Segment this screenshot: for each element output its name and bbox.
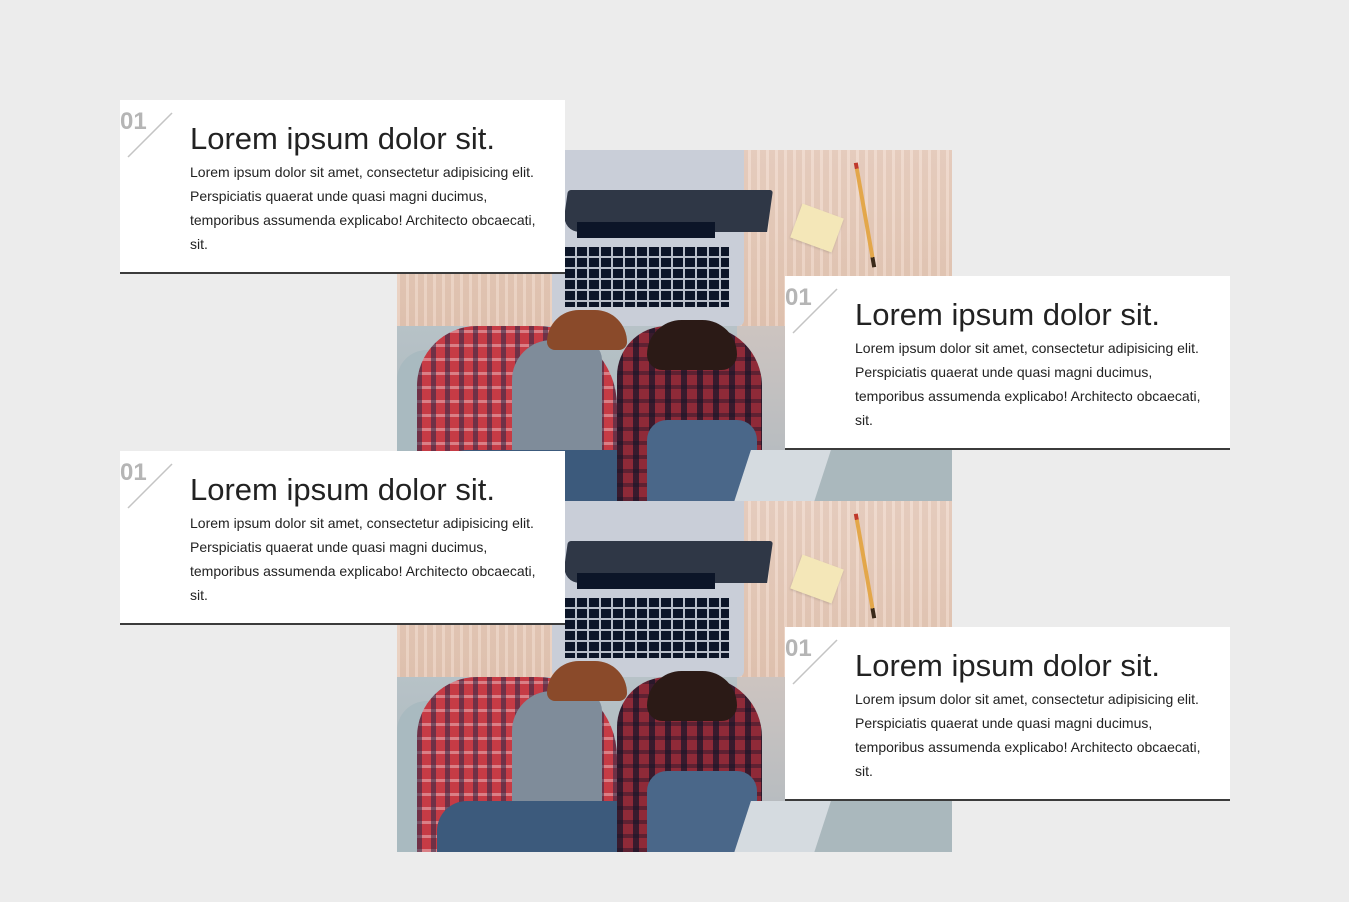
laptop-display xyxy=(577,222,715,238)
sofa xyxy=(807,450,952,501)
feature-card: 01 Lorem ipsum dolor sit. Lorem ipsum do… xyxy=(120,100,565,274)
card-description: Lorem ipsum dolor sit amet, consectetur … xyxy=(190,164,536,252)
card-title: Lorem ipsum dolor sit. xyxy=(190,121,495,156)
diagonal-line-icon xyxy=(127,112,173,158)
hair xyxy=(647,320,737,370)
card-title: Lorem ipsum dolor sit. xyxy=(190,472,495,507)
diagonal-line-icon xyxy=(127,463,173,509)
card-title: Lorem ipsum dolor sit. xyxy=(855,648,1160,683)
diagonal-line-icon xyxy=(792,288,838,334)
card-description: Lorem ipsum dolor sit amet, consectetur … xyxy=(855,691,1201,779)
card-description: Lorem ipsum dolor sit amet, consectetur … xyxy=(190,515,536,603)
laptop-keyboard xyxy=(565,598,729,658)
hair xyxy=(647,671,737,721)
feature-card: 01 Lorem ipsum dolor sit. Lorem ipsum do… xyxy=(785,627,1230,801)
sofa xyxy=(807,801,952,852)
laptop-keyboard xyxy=(565,247,729,307)
small-laptop xyxy=(733,450,831,501)
laptop-display xyxy=(577,573,715,589)
feature-card: 01 Lorem ipsum dolor sit. Lorem ipsum do… xyxy=(120,451,565,625)
small-laptop xyxy=(733,801,831,852)
sweater xyxy=(512,691,602,811)
sweater xyxy=(512,340,602,460)
card-title: Lorem ipsum dolor sit. xyxy=(855,297,1160,332)
diagonal-line-icon xyxy=(792,639,838,685)
feature-card: 01 Lorem ipsum dolor sit. Lorem ipsum do… xyxy=(785,276,1230,450)
card-description: Lorem ipsum dolor sit amet, consectetur … xyxy=(855,340,1201,428)
